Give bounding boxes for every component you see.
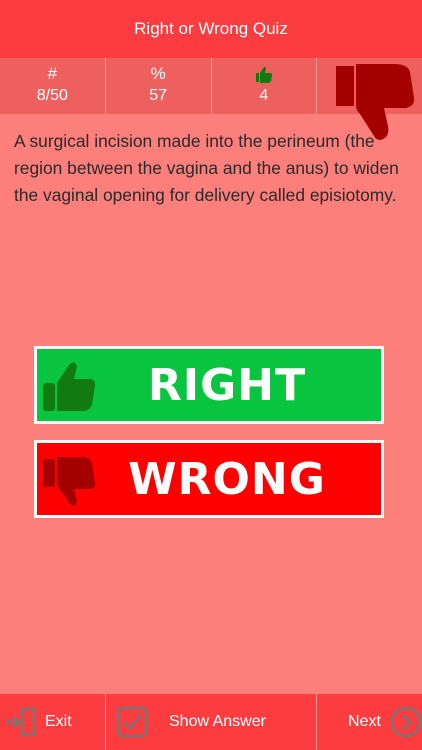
percent-icon: % bbox=[150, 64, 166, 83]
wrong-button[interactable]: WRONG bbox=[34, 440, 384, 518]
stat-correct: 4 bbox=[212, 58, 318, 114]
thumbs-down-icon bbox=[41, 453, 99, 511]
show-answer-label: Show Answer bbox=[169, 713, 266, 730]
next-button[interactable]: Next bbox=[317, 694, 422, 750]
exit-label: Exit bbox=[45, 713, 72, 730]
exit-button[interactable]: Exit bbox=[0, 694, 106, 750]
bottom-toolbar: Exit Show Answer Next bbox=[0, 694, 422, 750]
stat-question-count: # 8/50 bbox=[0, 58, 106, 114]
right-button[interactable]: RIGHT bbox=[34, 346, 384, 424]
right-button-label: RIGHT bbox=[147, 359, 307, 411]
exit-icon bbox=[4, 706, 36, 743]
percent-value: 57 bbox=[149, 87, 168, 104]
thumbs-up-icon bbox=[41, 359, 99, 417]
quiz-screen: Right or Wrong Quiz # 8/50 % 57 4 A surg… bbox=[0, 0, 422, 750]
question-text: A surgical incision made into the perine… bbox=[14, 131, 399, 205]
page-title: Right or Wrong Quiz bbox=[134, 19, 288, 38]
stat-percent: % 57 bbox=[106, 58, 212, 114]
correct-count-value: 4 bbox=[259, 87, 269, 104]
checkbox-icon bbox=[116, 706, 148, 743]
thumbs-up-icon bbox=[254, 64, 274, 84]
chevron-right-circle-icon bbox=[390, 706, 422, 743]
title-bar: Right or Wrong Quiz bbox=[0, 0, 422, 58]
hash-icon: # bbox=[47, 64, 58, 83]
next-label: Next bbox=[348, 713, 381, 730]
question-count-value: 8/50 bbox=[36, 87, 68, 104]
show-answer-button[interactable]: Show Answer bbox=[106, 694, 317, 750]
wrong-button-label: WRONG bbox=[128, 453, 326, 505]
